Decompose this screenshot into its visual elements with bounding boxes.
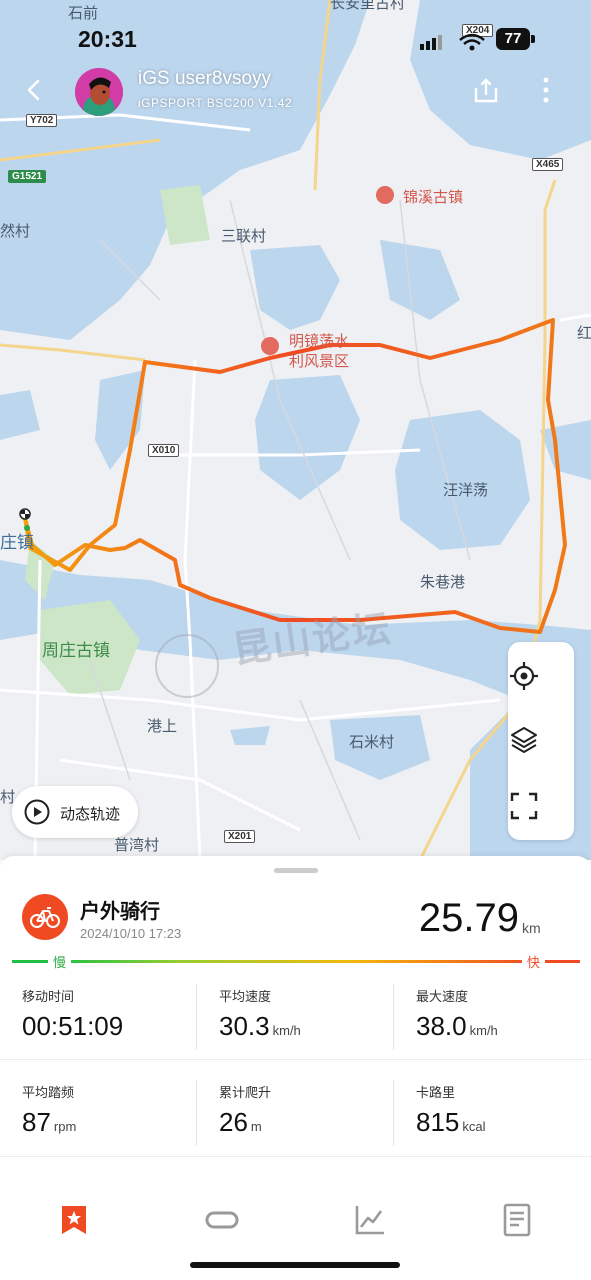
status-bar: 20:31 77 — [0, 24, 591, 58]
stat-avg-cadence: 平均踏频 87 rpm — [22, 1082, 76, 1138]
dynamic-track-button[interactable]: 动态轨迹 — [12, 786, 138, 838]
stat-unit: rpm — [53, 1119, 77, 1134]
stat-unit: km/h — [469, 1023, 498, 1038]
map-label-gangshang: 港上 — [147, 718, 178, 735]
battery-indicator: 77 — [496, 28, 530, 50]
map-label-shimi: 石米村 — [349, 734, 395, 751]
stat-elevation: 累计爬升 26 m — [219, 1082, 271, 1138]
road-tag-g1521: G1521 — [8, 170, 47, 183]
stat-label: 平均踏频 — [22, 1085, 75, 1100]
stat-label: 卡路里 — [416, 1085, 456, 1100]
dynamic-track-label: 动态轨迹 — [60, 806, 121, 823]
map-label-wangyang: 汪洋荡 — [443, 482, 489, 499]
map-label-hong: 红 — [577, 325, 591, 342]
watermark-seal — [155, 634, 219, 698]
drag-handle[interactable] — [274, 868, 318, 873]
activity-datetime: 2024/10/10 17:23 — [80, 926, 182, 941]
signal-wifi-icon — [420, 33, 485, 51]
stat-value: 30.3 — [219, 1011, 270, 1041]
avatar-image — [75, 68, 123, 116]
tab-chart-icon[interactable] — [350, 1200, 390, 1240]
distance-value: 25.79 — [418, 896, 519, 940]
map-label-lifeng: 利风景区 — [289, 353, 350, 370]
map-controls — [508, 642, 574, 840]
speed-gradient-bar — [12, 960, 580, 963]
map-label-jinxi: 锦溪古镇 — [403, 189, 464, 206]
username: iGS user8vsoyy — [138, 68, 272, 89]
divider — [196, 984, 197, 1050]
map-label-zhuang-town: 庄镇 — [0, 533, 34, 552]
map-label-ran: 然村 — [0, 223, 31, 240]
home-indicator — [190, 1262, 400, 1268]
avatar[interactable] — [75, 68, 123, 116]
back-icon[interactable] — [22, 78, 46, 102]
distance-unit: km — [522, 920, 541, 936]
stat-value: 815 — [416, 1107, 460, 1137]
map-label-sanlian: 三联村 — [221, 228, 267, 245]
cycling-icon — [22, 894, 68, 940]
share-icon[interactable] — [470, 74, 502, 106]
map-label-zhouzhuang: 周庄古镇 — [42, 641, 110, 660]
tab-details-icon[interactable] — [497, 1200, 537, 1240]
stat-unit: kcal — [462, 1119, 486, 1134]
slow-label: 慢 — [48, 952, 72, 971]
stat-label: 移动时间 — [22, 989, 75, 1004]
stat-value: 00:51:09 — [22, 1011, 124, 1041]
fullscreen-icon[interactable] — [508, 790, 540, 822]
stat-avg-speed: 平均速度 30.3 km/h — [219, 986, 301, 1042]
map-label-top-place: 长安里古村 — [330, 0, 406, 12]
divider — [393, 984, 394, 1050]
divider — [196, 1080, 197, 1146]
divider — [0, 1156, 591, 1157]
road-tag-x465: X465 — [532, 158, 564, 171]
tab-overview-icon[interactable] — [54, 1200, 94, 1240]
stat-value: 26 — [219, 1107, 248, 1137]
status-time: 20:31 — [78, 26, 137, 52]
stat-unit: km/h — [272, 1023, 301, 1038]
more-icon[interactable] — [540, 76, 552, 104]
divider — [0, 1059, 591, 1060]
route-map[interactable]: 石前 长安里古村 三联村 锦溪古镇 明镜荡水 利风景区 汪洋荡 朱巷港 周庄古镇… — [0, 0, 591, 860]
device-name: iGPSPORT BSC200 V1.42 — [138, 96, 293, 110]
road-tag-x201: X201 — [224, 830, 256, 843]
layers-icon[interactable] — [508, 724, 540, 756]
stat-value: 38.0 — [416, 1011, 467, 1041]
stat-calories: 卡路里 815 kcal — [416, 1082, 486, 1138]
map-label-puwan: 普湾村 — [114, 837, 160, 854]
tab-laps-icon[interactable] — [202, 1200, 242, 1240]
map-label-mingjing: 明镜荡水 — [289, 333, 350, 350]
stat-label: 累计爬升 — [219, 1085, 272, 1100]
stat-max-speed: 最大速度 38.0 km/h — [416, 986, 498, 1042]
play-icon — [24, 799, 50, 825]
stat-value: 87 — [22, 1107, 51, 1137]
activity-type: 户外骑行 — [80, 901, 160, 923]
stat-label: 平均速度 — [219, 989, 272, 1004]
battery-tip — [531, 35, 535, 43]
stat-moving-time: 移动时间 00:51:09 — [22, 986, 123, 1042]
map-label-shiqian: 石前 — [68, 5, 99, 22]
stat-unit: m — [250, 1119, 262, 1134]
locate-icon[interactable] — [508, 660, 540, 692]
divider — [393, 1080, 394, 1146]
stat-label: 最大速度 — [416, 989, 469, 1004]
map-label-zhuxiang: 朱巷港 — [420, 574, 466, 591]
road-tag-y702: Y702 — [26, 114, 58, 127]
fast-label: 快 — [522, 952, 546, 971]
map-canvas — [0, 0, 591, 860]
road-tag-x010: X010 — [148, 444, 180, 457]
